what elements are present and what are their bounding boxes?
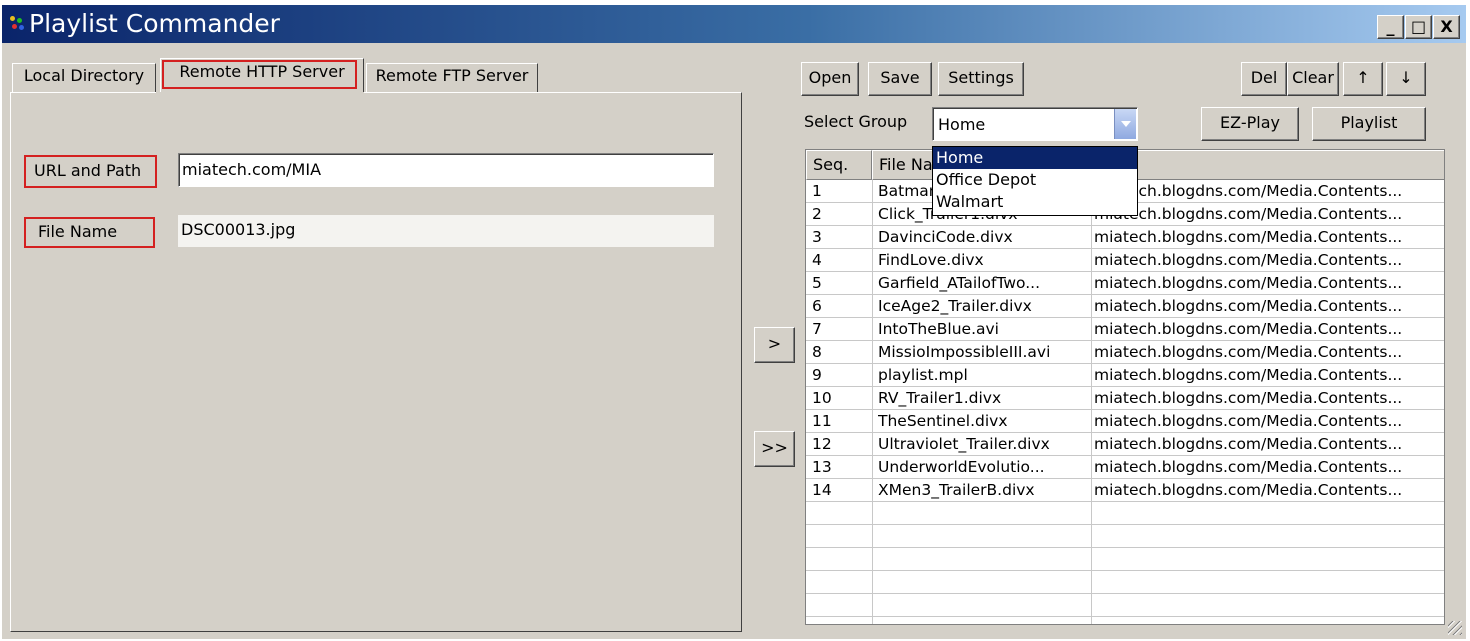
row-seq: 9 [812,366,822,384]
row-path: miatech.blogdns.com/Media.Contents... [1094,228,1403,246]
minimize-button[interactable]: _ [1377,15,1404,39]
tab-join [156,92,364,94]
row-path: miatech.blogdns.com/Media.Contents... [1094,251,1403,269]
del-button[interactable]: Del [1241,62,1287,96]
row-seq: 2 [812,205,822,223]
row-path: miatech.blogdns.com/Media.Contents... [1094,458,1403,476]
table-row[interactable]: 4 FindLove.divx miatech.blogdns.com/Media.… [806,249,1444,272]
row-seq: 1 [812,182,822,200]
resize-grip-icon[interactable] [1448,621,1462,635]
row-path: miatech.blogdns.com/Media.Contents... [1094,412,1403,430]
highlight-box-tab [162,60,357,89]
column-header-seq[interactable]: Seq. [806,150,872,180]
window-title: Playlist Commander [29,9,280,38]
dropdown-arrow-icon[interactable] [1114,109,1136,139]
settings-button[interactable]: Settings [938,62,1024,96]
row-path: miatech.blogdns.com/Media.Contents... [1094,343,1403,361]
ez-play-button[interactable]: EZ-Play [1201,107,1299,141]
table-row[interactable] [806,525,1444,548]
maximize-button[interactable]: □ [1405,15,1432,39]
row-file-name: Ultraviolet_Trailer.divx [878,435,1050,453]
row-file-name: playlist.mpl [878,366,968,384]
select-group-label: Select Group [804,112,908,131]
file-name-field[interactable]: DSC00013.jpg [178,215,714,247]
row-seq: 7 [812,320,822,338]
move-down-button[interactable]: ↓ [1386,62,1426,96]
row-file-name: XMen3_TrailerB.divx [878,481,1035,499]
table-row[interactable]: 6 IceAge2_Trailer.divx miatech.blogdns.com… [806,295,1444,318]
row-file-name: DavinciCode.divx [878,228,1013,246]
row-file-name: TheSentinel.divx [878,412,1008,430]
playlist-table[interactable]: Seq. File Name Path 1Batmanmiatech.blogd… [805,149,1445,625]
row-path: miatech.blogdns.com/Media.Contents... [1094,297,1403,315]
row-file-name: RV_Trailer1.divx [878,389,1002,407]
table-row[interactable]: 3 DavinciCode.divx miatech.blogdns.com/Med… [806,226,1444,249]
row-seq: 11 [812,412,832,430]
row-seq: 12 [812,435,832,453]
table-row[interactable]: 9 playlist.mpl miatech.blogdns.com/Media.C… [806,364,1444,387]
table-row[interactable] [806,502,1444,525]
tab-remote-ftp-server[interactable]: Remote FTP Server [366,63,538,93]
row-path: miatech.blogdns.com/Media.Contents... [1094,320,1403,338]
url-field[interactable]: miatech.com/MIA [178,153,714,187]
group-option-home[interactable]: Home [933,147,1137,169]
clear-button[interactable]: Clear [1287,62,1339,96]
table-row[interactable]: 12 Ultraviolet_Trailer.divx miatech.blogdn… [806,433,1444,456]
row-seq: 13 [812,458,832,476]
column-header-path[interactable]: Path [1091,150,1444,180]
row-seq: 6 [812,297,822,315]
table-row[interactable]: 11 TheSentinel.divx miatech.blogdns.com/Me… [806,410,1444,433]
table-row[interactable] [806,594,1444,617]
playlist-button[interactable]: Playlist [1312,107,1426,141]
row-path: miatech.blogdns.com/Media.Contents... [1094,435,1403,453]
row-seq: 5 [812,274,822,292]
row-file-name: Garfield_ATailofTwo... [878,274,1041,292]
group-option-walmart[interactable]: Walmart [933,191,1137,213]
tab-local-directory[interactable]: Local Directory [12,63,156,93]
app-window: Playlist Commander _ □ X Local Directory… [2,5,1466,639]
arrow-down-icon: ↓ [1399,68,1413,87]
row-path: miatech.blogdns.com/Media.Contents... [1094,389,1403,407]
row-path: miatech.blogdns.com/Media.Contents... [1094,274,1403,292]
row-seq: 3 [812,228,822,246]
close-button[interactable]: X [1433,15,1460,39]
add-selected-button[interactable]: > [754,327,795,363]
table-row[interactable]: 10 RV_Trailer1.divx miatech.blogdns.com/Me… [806,387,1444,410]
save-button[interactable]: Save [868,62,932,96]
add-all-button[interactable]: >> [754,431,795,467]
file-name-value: DSC00013.jpg [181,220,296,239]
row-path: miatech.blogdns.com/Media.Contents... [1094,182,1403,200]
table-row[interactable] [806,548,1444,571]
row-path: miatech.blogdns.com/Media.Contents... [1094,481,1403,499]
group-select[interactable]: Home [932,107,1138,141]
row-seq: 8 [812,343,822,361]
table-row[interactable]: 7 IntoTheBlue.avi miatech.blogdns.com/Medi… [806,318,1444,341]
arrow-up-icon: ↑ [1356,68,1370,87]
group-dropdown-list[interactable]: Home Office Depot Walmart [932,146,1138,216]
group-option-office-depot[interactable]: Office Depot [933,169,1137,191]
table-row[interactable]: 5 Garfield_ATailofTwo... miatech.blogdns.c… [806,272,1444,295]
move-up-button[interactable]: ↑ [1343,62,1383,96]
group-select-value: Home [938,115,986,134]
row-seq: 14 [812,481,832,499]
table-row[interactable]: 14 XMen3_TrailerB.divx miatech.blogdns.com… [806,479,1444,502]
app-icon [10,16,26,32]
row-seq: 10 [812,389,832,407]
row-file-name: UnderworldEvolutio... [878,458,1045,476]
row-path: miatech.blogdns.com/Media.Contents... [1094,205,1403,223]
row-path: miatech.blogdns.com/Media.Contents... [1094,366,1403,384]
url-field-value: miatech.com/MIA [182,160,322,179]
row-file-name: IntoTheBlue.avi [878,320,999,338]
url-label: URL and Path [34,161,142,180]
row-file-name: MissioImpossibleIII.avi [878,343,1051,361]
title-bar[interactable]: Playlist Commander _ □ X [2,5,1466,43]
row-seq: 4 [812,251,822,269]
row-file-name: IceAge2_Trailer.divx [878,297,1032,315]
file-name-label: File Name [38,222,118,241]
table-row[interactable] [806,571,1444,594]
open-button[interactable]: Open [801,62,859,96]
row-file-name: FindLove.divx [878,251,984,269]
table-row[interactable]: 13 UnderworldEvolutio... miatech.blogdns.c… [806,456,1444,479]
table-row[interactable]: 8 MissioImpossibleIII.avi miatech.blogdns.… [806,341,1444,364]
